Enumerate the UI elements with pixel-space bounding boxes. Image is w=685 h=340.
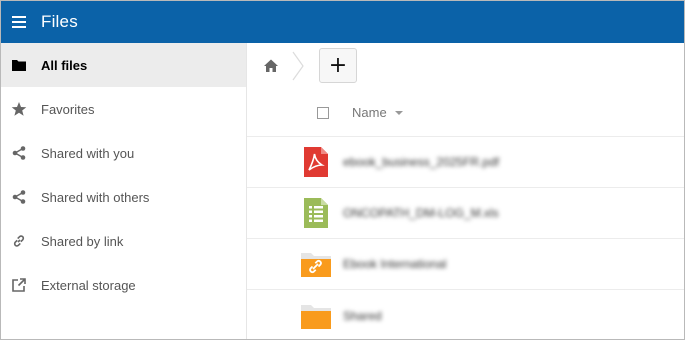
sidebar-item-label: Shared by link (41, 233, 124, 249)
file-list-header: Name (247, 89, 684, 137)
breadcrumb-separator-icon (292, 51, 304, 81)
sidebar-item-all-files[interactable]: All files (1, 43, 246, 87)
sidebar-item-label: External storage (41, 277, 136, 293)
spreadsheet-icon (299, 196, 333, 230)
sidebar-item-label: All files (41, 57, 88, 73)
sidebar-item-shared-with-others[interactable]: Shared with others (1, 175, 246, 219)
file-row[interactable]: Shared (247, 290, 684, 339)
share-icon (11, 145, 27, 161)
share-icon (11, 189, 27, 205)
star-icon (11, 101, 27, 117)
sidebar-item-shared-with-you[interactable]: Shared with you (1, 131, 246, 175)
controls-bar: + (247, 43, 684, 89)
sidebar-item-external-storage[interactable]: External storage (1, 263, 246, 307)
external-storage-icon (11, 277, 27, 293)
file-row[interactable]: Ebook International (247, 239, 684, 290)
new-file-button[interactable]: + (319, 48, 357, 83)
sidebar-navigation: All files Favorites Shared with you Shar… (1, 43, 247, 339)
file-name[interactable]: Shared (343, 309, 382, 323)
hamburger-menu-icon[interactable] (12, 16, 26, 28)
shared-folder-icon (299, 247, 333, 281)
link-icon (11, 233, 27, 249)
sidebar-item-shared-by-link[interactable]: Shared by link (1, 219, 246, 263)
app-title: Files (41, 12, 78, 31)
files-app-window: Files All files Favorites Shared with yo… (0, 0, 685, 340)
file-name[interactable]: Ebook International (343, 257, 446, 271)
file-row[interactable]: ebook_business_2025FR.pdf (247, 137, 684, 188)
name-column-label: Name (352, 105, 387, 120)
name-column-header[interactable]: Name (352, 105, 403, 120)
sidebar-item-label: Favorites (41, 101, 95, 117)
file-name[interactable]: ebook_business_2025FR.pdf (343, 155, 499, 169)
folder-icon (11, 57, 27, 73)
folder-icon (299, 299, 333, 333)
select-all-checkbox[interactable] (317, 106, 329, 119)
home-icon[interactable] (263, 58, 279, 74)
file-row[interactable]: ONCOPATH_DM-LOG_M.xls (247, 188, 684, 239)
pdf-icon (299, 145, 333, 179)
sidebar-item-label: Shared with you (41, 145, 135, 161)
sidebar-item-favorites[interactable]: Favorites (1, 87, 246, 131)
sidebar-item-label: Shared with others (41, 189, 150, 205)
main-content: + Name ebook_business_2025FR.pdf ONCOPAT… (247, 43, 684, 339)
sort-caret-icon (394, 110, 403, 115)
file-list: ebook_business_2025FR.pdf ONCOPATH_DM-LO… (247, 137, 684, 339)
app-header: Files (1, 1, 684, 43)
file-name[interactable]: ONCOPATH_DM-LOG_M.xls (343, 206, 499, 220)
